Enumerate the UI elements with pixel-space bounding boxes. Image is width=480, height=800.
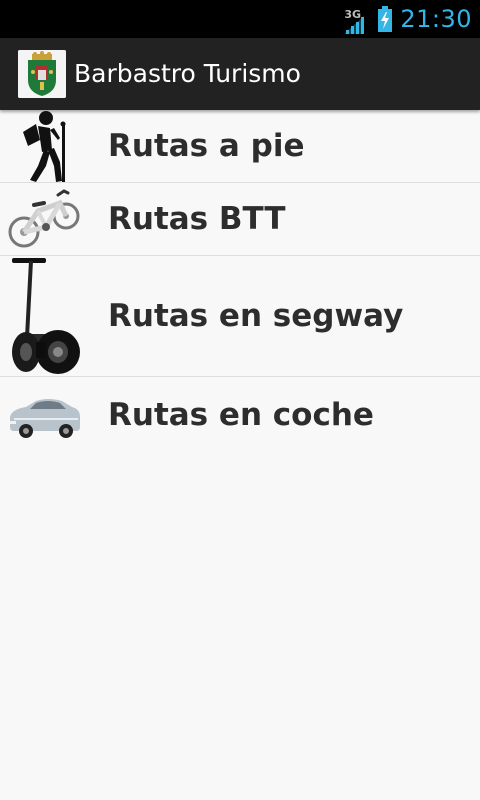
bicycle-icon bbox=[0, 183, 90, 256]
list-item-rutas-en-coche[interactable]: Rutas en coche bbox=[0, 377, 480, 455]
app-title: Barbastro Turismo bbox=[74, 59, 301, 88]
battery-icon bbox=[378, 6, 393, 32]
network-signal: 3G bbox=[344, 4, 370, 34]
status-icons: 3G 21:30 bbox=[344, 0, 472, 38]
car-icon bbox=[0, 377, 90, 455]
barbastro-coat-of-arms-icon[interactable] bbox=[18, 50, 66, 98]
status-clock: 21:30 bbox=[400, 5, 472, 33]
segway-icon bbox=[0, 256, 90, 377]
list-item-label: Rutas en coche bbox=[108, 397, 374, 433]
hiker-icon bbox=[0, 110, 90, 183]
signal-strength-icon bbox=[344, 16, 365, 34]
list-item-rutas-a-pie[interactable]: Rutas a pie bbox=[0, 110, 480, 183]
route-list: Rutas a pie Rutas BTT Rutas en segway Ru… bbox=[0, 110, 480, 455]
list-item-label: Rutas en segway bbox=[108, 298, 404, 334]
list-item-rutas-en-segway[interactable]: Rutas en segway bbox=[0, 256, 480, 377]
status-bar: 3G 21:30 bbox=[0, 0, 480, 38]
list-item-label: Rutas BTT bbox=[108, 201, 286, 237]
list-item-rutas-btt[interactable]: Rutas BTT bbox=[0, 183, 480, 256]
list-item-label: Rutas a pie bbox=[108, 128, 305, 164]
action-bar: Barbastro Turismo bbox=[0, 38, 480, 110]
